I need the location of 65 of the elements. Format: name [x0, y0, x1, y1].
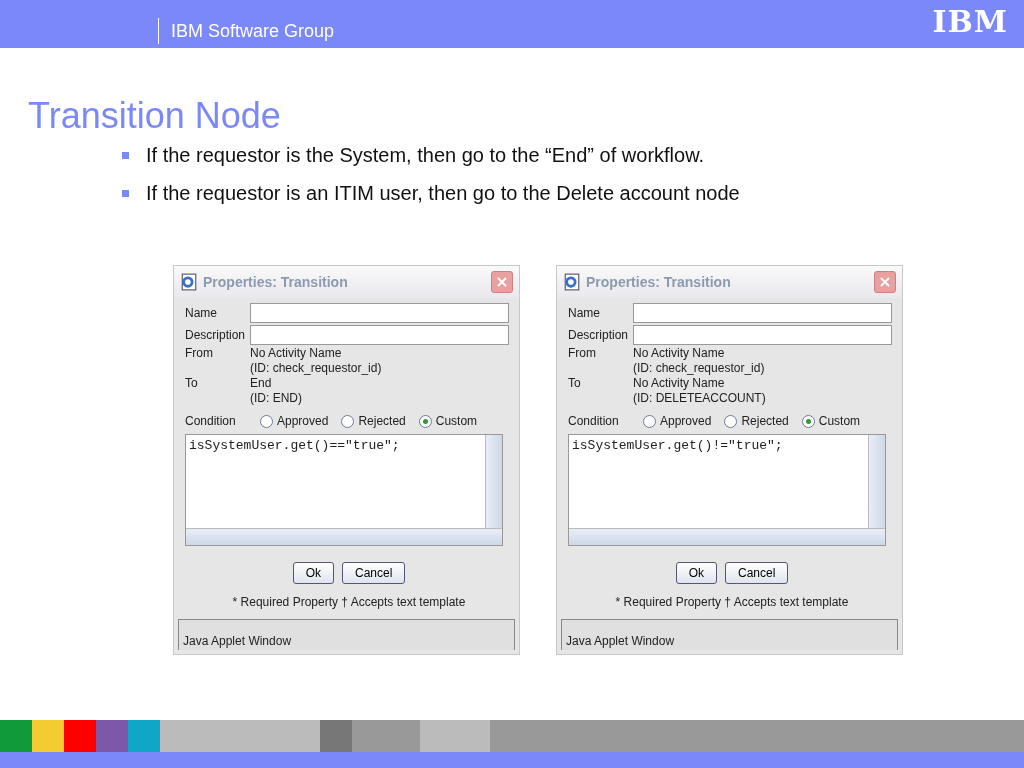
code-editor[interactable]: isSystemUser.get()!="true"; [568, 434, 886, 546]
status-bar: Java Applet Window [561, 619, 898, 650]
status-bar: Java Applet Window [178, 619, 515, 650]
legend-text: * Required Property † Accepts text template [231, 595, 467, 609]
radio-option[interactable]: Rejected [724, 414, 789, 428]
radio-option[interactable]: Custom [801, 414, 861, 428]
code-text: isSystemUser.get()=="true"; [189, 438, 400, 453]
bullet-text: If the requestor is an ITIM user, then go to the Delete account node [146, 182, 740, 205]
radio-button[interactable] [801, 414, 815, 428]
horizontal-scrollbar[interactable] [186, 528, 502, 545]
bullet-icon [122, 152, 129, 159]
condition-label: Condition [568, 414, 620, 428]
radio-button[interactable] [260, 414, 273, 428]
dialog-button[interactable]: Cancel [342, 562, 406, 584]
radio-option[interactable]: Approved [643, 414, 712, 428]
group-name: IBM Software Group [158, 18, 335, 44]
close-icon [496, 276, 508, 288]
field-label: Name [185, 306, 218, 320]
app-icon [180, 273, 198, 291]
radio-button[interactable] [341, 414, 355, 428]
radio-option[interactable]: Rejected [341, 414, 406, 428]
slide-title: Transition Node [28, 96, 282, 136]
app-icon [563, 273, 581, 291]
text-field[interactable] [633, 325, 892, 345]
dialog-button[interactable]: Ok [675, 562, 717, 584]
to-value: (ID: DELETEACCOUNT) [633, 391, 766, 406]
code-editor[interactable]: isSystemUser.get()=="true"; [185, 434, 503, 546]
condition-label: Condition [185, 414, 237, 428]
dialog-button[interactable]: Ok [292, 562, 334, 584]
text-field[interactable] [250, 325, 509, 345]
close-button[interactable] [874, 271, 896, 293]
radio-option[interactable]: Custom [418, 414, 478, 428]
to-label: To [185, 376, 199, 392]
code-text: isSystemUser.get()!="true"; [572, 438, 783, 453]
radio-option[interactable]: Approved [260, 414, 329, 428]
dialog-button[interactable]: Cancel [725, 562, 789, 584]
to-value: (ID: END) [250, 391, 302, 406]
logo: IBM [932, 3, 1008, 39]
legend-text: * Required Property † Accepts text template [614, 595, 850, 609]
close-icon [879, 276, 891, 288]
text-field[interactable] [633, 303, 892, 323]
to-label: To [568, 376, 582, 392]
to-value: End [250, 376, 273, 391]
bullet-text: If the requestor is the System, then go to the “End” of workflow. [146, 144, 705, 167]
text-field[interactable] [250, 303, 509, 323]
radio-button[interactable] [724, 414, 738, 428]
from-value: (ID: check_requestor_id) [250, 361, 382, 376]
vertical-scrollbar[interactable] [485, 435, 502, 528]
field-label: Description [185, 328, 247, 342]
from-label: From [568, 346, 597, 362]
radio-button[interactable] [643, 414, 656, 428]
field-label: Name [568, 306, 601, 320]
from-value: (ID: check_requestor_id) [633, 361, 765, 376]
field-label: Description [568, 328, 630, 342]
from-value: No Activity Name [633, 346, 726, 361]
dialog-title: Properties: Transition [203, 274, 349, 290]
to-value: No Activity Name [633, 376, 726, 391]
horizontal-scrollbar[interactable] [569, 528, 885, 545]
bullet-icon [122, 190, 129, 197]
from-value: No Activity Name [250, 346, 343, 361]
dialog-title: Properties: Transition [586, 274, 732, 290]
close-button[interactable] [491, 271, 513, 293]
radio-button[interactable] [418, 414, 432, 428]
vertical-scrollbar[interactable] [868, 435, 885, 528]
from-label: From [185, 346, 214, 362]
